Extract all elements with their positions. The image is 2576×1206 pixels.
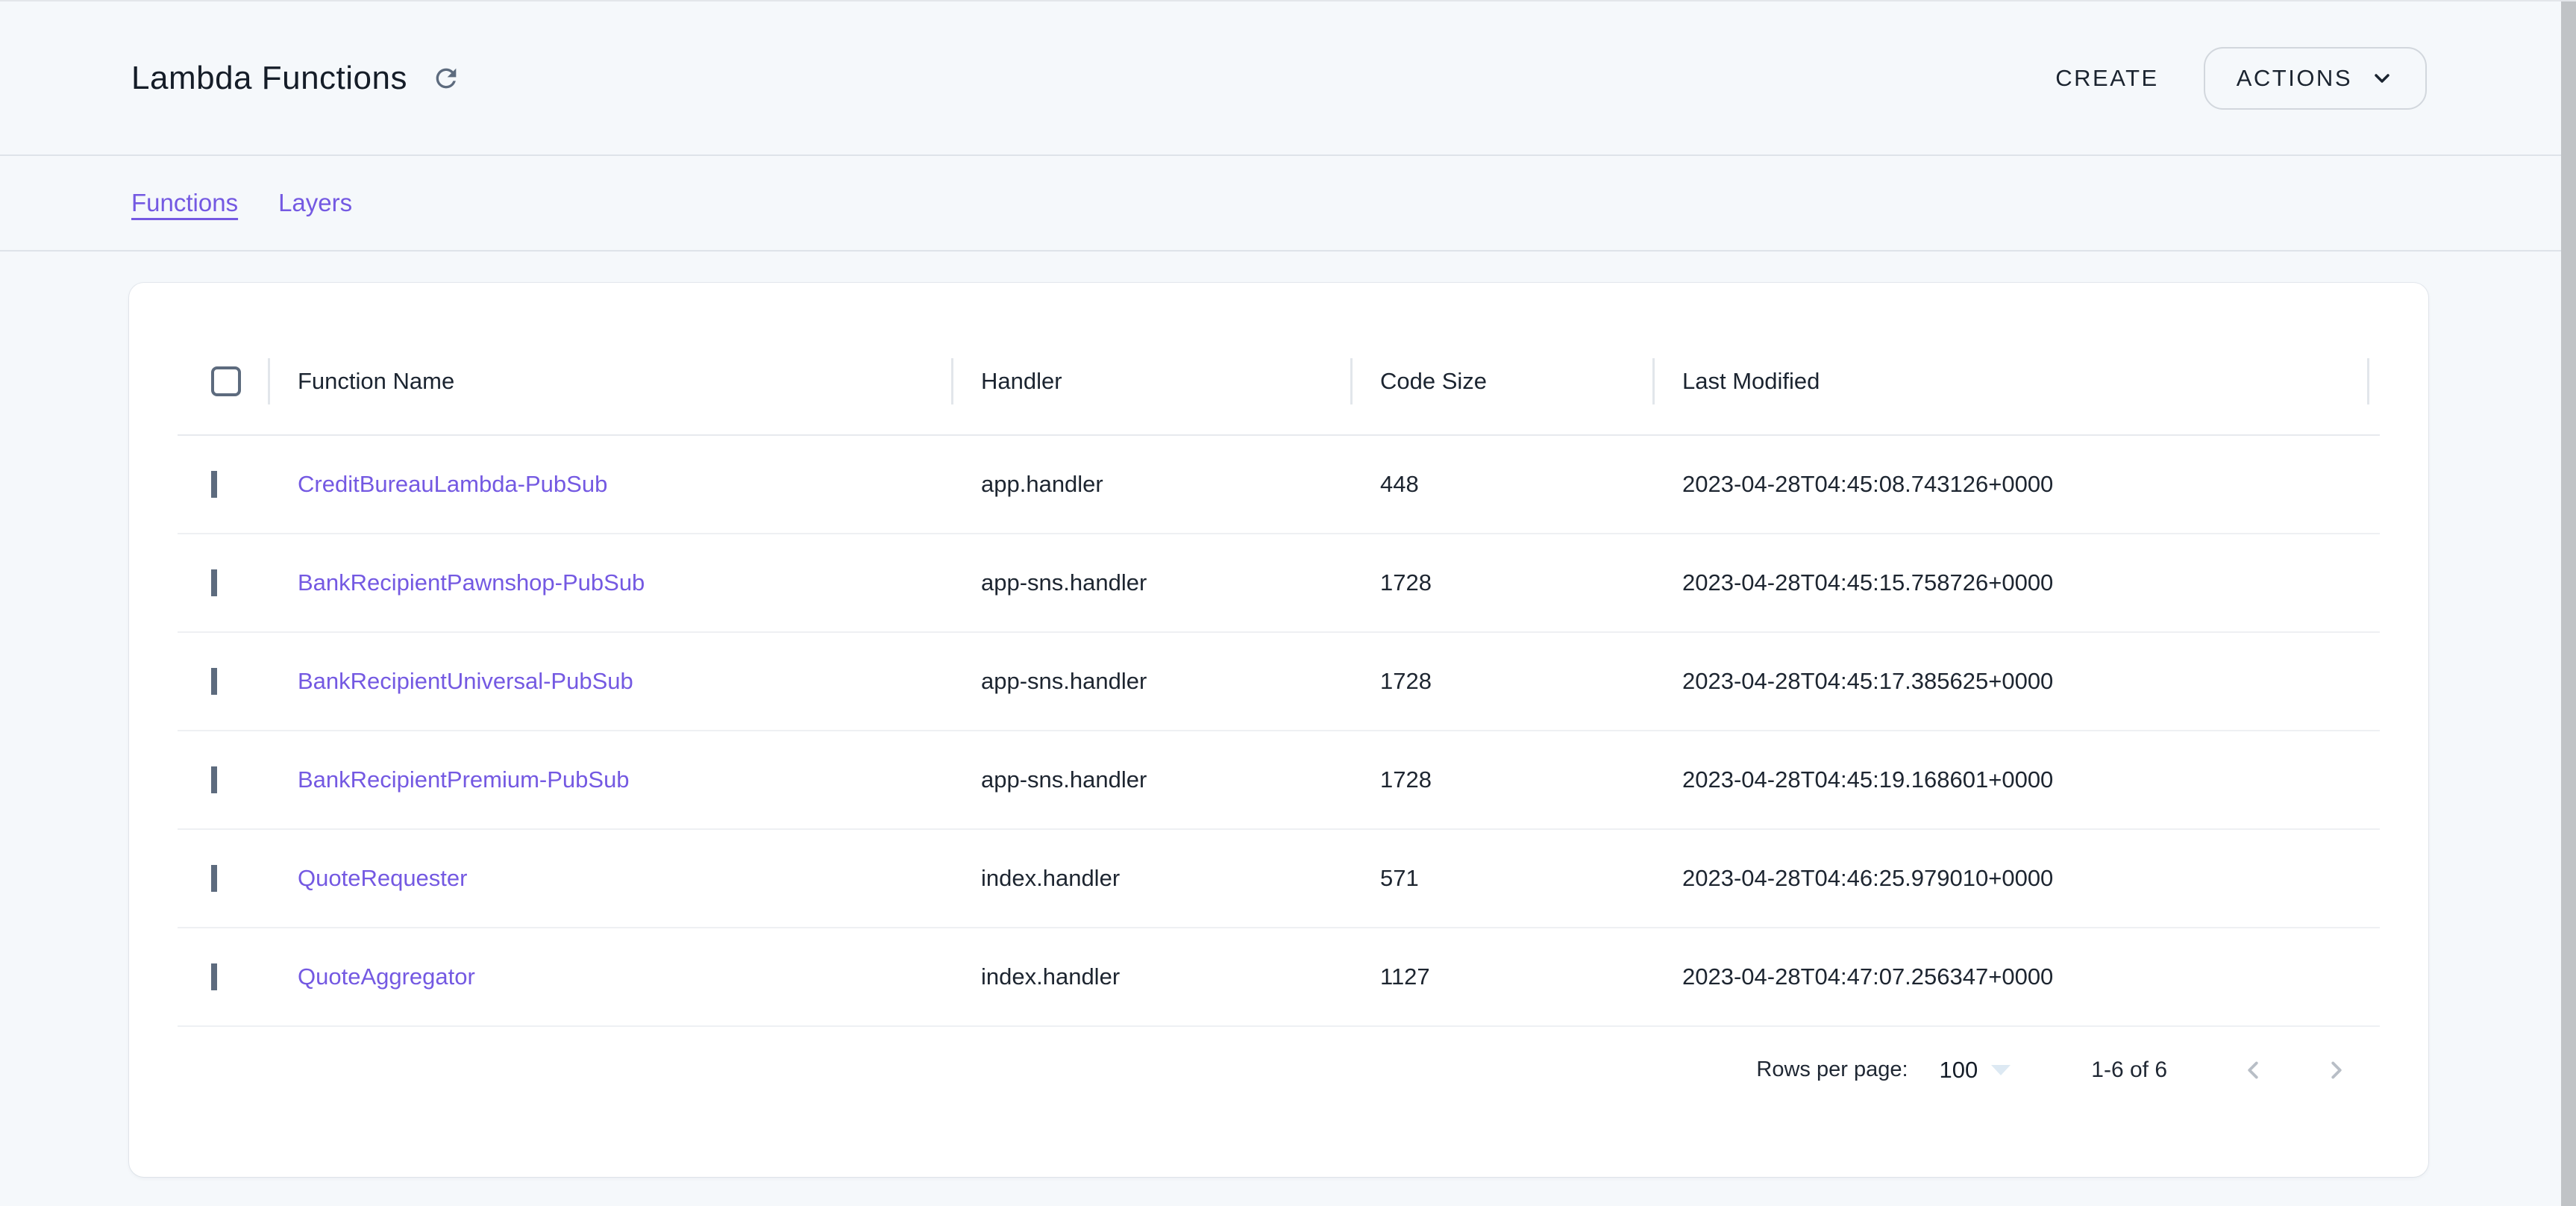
refresh-button[interactable]: [430, 62, 463, 95]
handler-cell: app-sns.handler: [951, 668, 1350, 695]
lambda-functions-page: Lambda Functions CREATE ACTIONS Function…: [0, 0, 2576, 1206]
table-row: BankRecipientPawnshop-PubSub app-sns.han…: [178, 534, 2380, 633]
chevron-left-icon: [2239, 1056, 2267, 1084]
tab-functions[interactable]: Functions: [131, 189, 238, 217]
header-checkbox-cell: [178, 328, 268, 434]
actions-button[interactable]: ACTIONS: [2204, 47, 2427, 110]
column-header-function-name[interactable]: Function Name: [268, 328, 951, 434]
rows-per-page-label: Rows per page:: [1756, 1057, 1908, 1082]
row-checkbox[interactable]: [211, 766, 217, 793]
create-button[interactable]: CREATE: [2055, 65, 2158, 92]
code-size-cell: 571: [1350, 865, 1652, 892]
actions-button-label: ACTIONS: [2237, 65, 2352, 92]
last-modified-cell: 2023-04-28T04:45:17.385625+0000: [1652, 668, 2367, 695]
previous-page-button[interactable]: [2238, 1055, 2268, 1085]
functions-table-card: Function Name Handler Code Size Last Mod…: [129, 283, 2428, 1177]
last-modified-cell: 2023-04-28T04:46:25.979010+0000: [1652, 865, 2367, 892]
code-size-cell: 448: [1350, 471, 1652, 498]
function-name-link[interactable]: CreditBureauLambda-PubSub: [268, 471, 951, 498]
select-dropdown-icon: [1991, 1065, 2011, 1075]
rows-per-page-value: 100: [1940, 1057, 1978, 1084]
page-header: Lambda Functions CREATE ACTIONS: [0, 1, 2561, 156]
column-header-filler: [2367, 328, 2397, 434]
handler-cell: index.handler: [951, 865, 1350, 892]
code-size-cell: 1728: [1350, 569, 1652, 596]
column-header-last-modified[interactable]: Last Modified: [1652, 328, 2367, 434]
row-checkbox[interactable]: [211, 865, 217, 892]
function-name-link[interactable]: QuoteRequester: [268, 865, 951, 892]
tab-bar: Functions Layers: [0, 156, 2561, 251]
row-checkbox[interactable]: [211, 963, 217, 990]
table-row: BankRecipientPremium-PubSub app-sns.hand…: [178, 731, 2380, 830]
function-name-link[interactable]: BankRecipientPremium-PubSub: [268, 766, 951, 793]
handler-cell: app-sns.handler: [951, 766, 1350, 793]
page-title: Lambda Functions: [131, 60, 407, 97]
handler-cell: app-sns.handler: [951, 569, 1350, 596]
vertical-scrollbar[interactable]: [2561, 1, 2576, 1206]
row-checkbox[interactable]: [211, 668, 217, 695]
last-modified-cell: 2023-04-28T04:47:07.256347+0000: [1652, 963, 2367, 990]
chevron-down-icon: [2370, 66, 2394, 90]
function-name-link[interactable]: BankRecipientPawnshop-PubSub: [268, 569, 951, 596]
table-header-row: Function Name Handler Code Size Last Mod…: [178, 328, 2380, 436]
column-header-handler[interactable]: Handler: [951, 328, 1350, 434]
table-pagination: Rows per page: 100 1-6 of 6: [178, 1027, 2380, 1113]
code-size-cell: 1728: [1350, 668, 1652, 695]
table-row: BankRecipientUniversal-PubSub app-sns.ha…: [178, 633, 2380, 731]
column-header-code-size[interactable]: Code Size: [1350, 328, 1652, 434]
refresh-icon: [431, 63, 461, 93]
select-all-checkbox[interactable]: [211, 366, 241, 396]
tab-layers[interactable]: Layers: [278, 189, 352, 217]
code-size-cell: 1728: [1350, 766, 1652, 793]
last-modified-cell: 2023-04-28T04:45:08.743126+0000: [1652, 471, 2367, 498]
table-row: CreditBureauLambda-PubSub app.handler 44…: [178, 436, 2380, 534]
last-modified-cell: 2023-04-28T04:45:15.758726+0000: [1652, 569, 2367, 596]
table-row: QuoteAggregator index.handler 1127 2023-…: [178, 928, 2380, 1027]
pagination-range-label: 1-6 of 6: [2091, 1057, 2167, 1083]
handler-cell: index.handler: [951, 963, 1350, 990]
last-modified-cell: 2023-04-28T04:45:19.168601+0000: [1652, 766, 2367, 793]
row-checkbox[interactable]: [211, 569, 217, 596]
next-page-button[interactable]: [2322, 1055, 2351, 1085]
chevron-right-icon: [2322, 1056, 2351, 1084]
function-name-link[interactable]: BankRecipientUniversal-PubSub: [268, 668, 951, 695]
function-name-link[interactable]: QuoteAggregator: [268, 963, 951, 990]
code-size-cell: 1127: [1350, 963, 1652, 990]
table-row: QuoteRequester index.handler 571 2023-04…: [178, 830, 2380, 928]
row-checkbox[interactable]: [211, 471, 217, 498]
handler-cell: app.handler: [951, 471, 1350, 498]
rows-per-page-select[interactable]: 100: [1940, 1057, 2011, 1084]
